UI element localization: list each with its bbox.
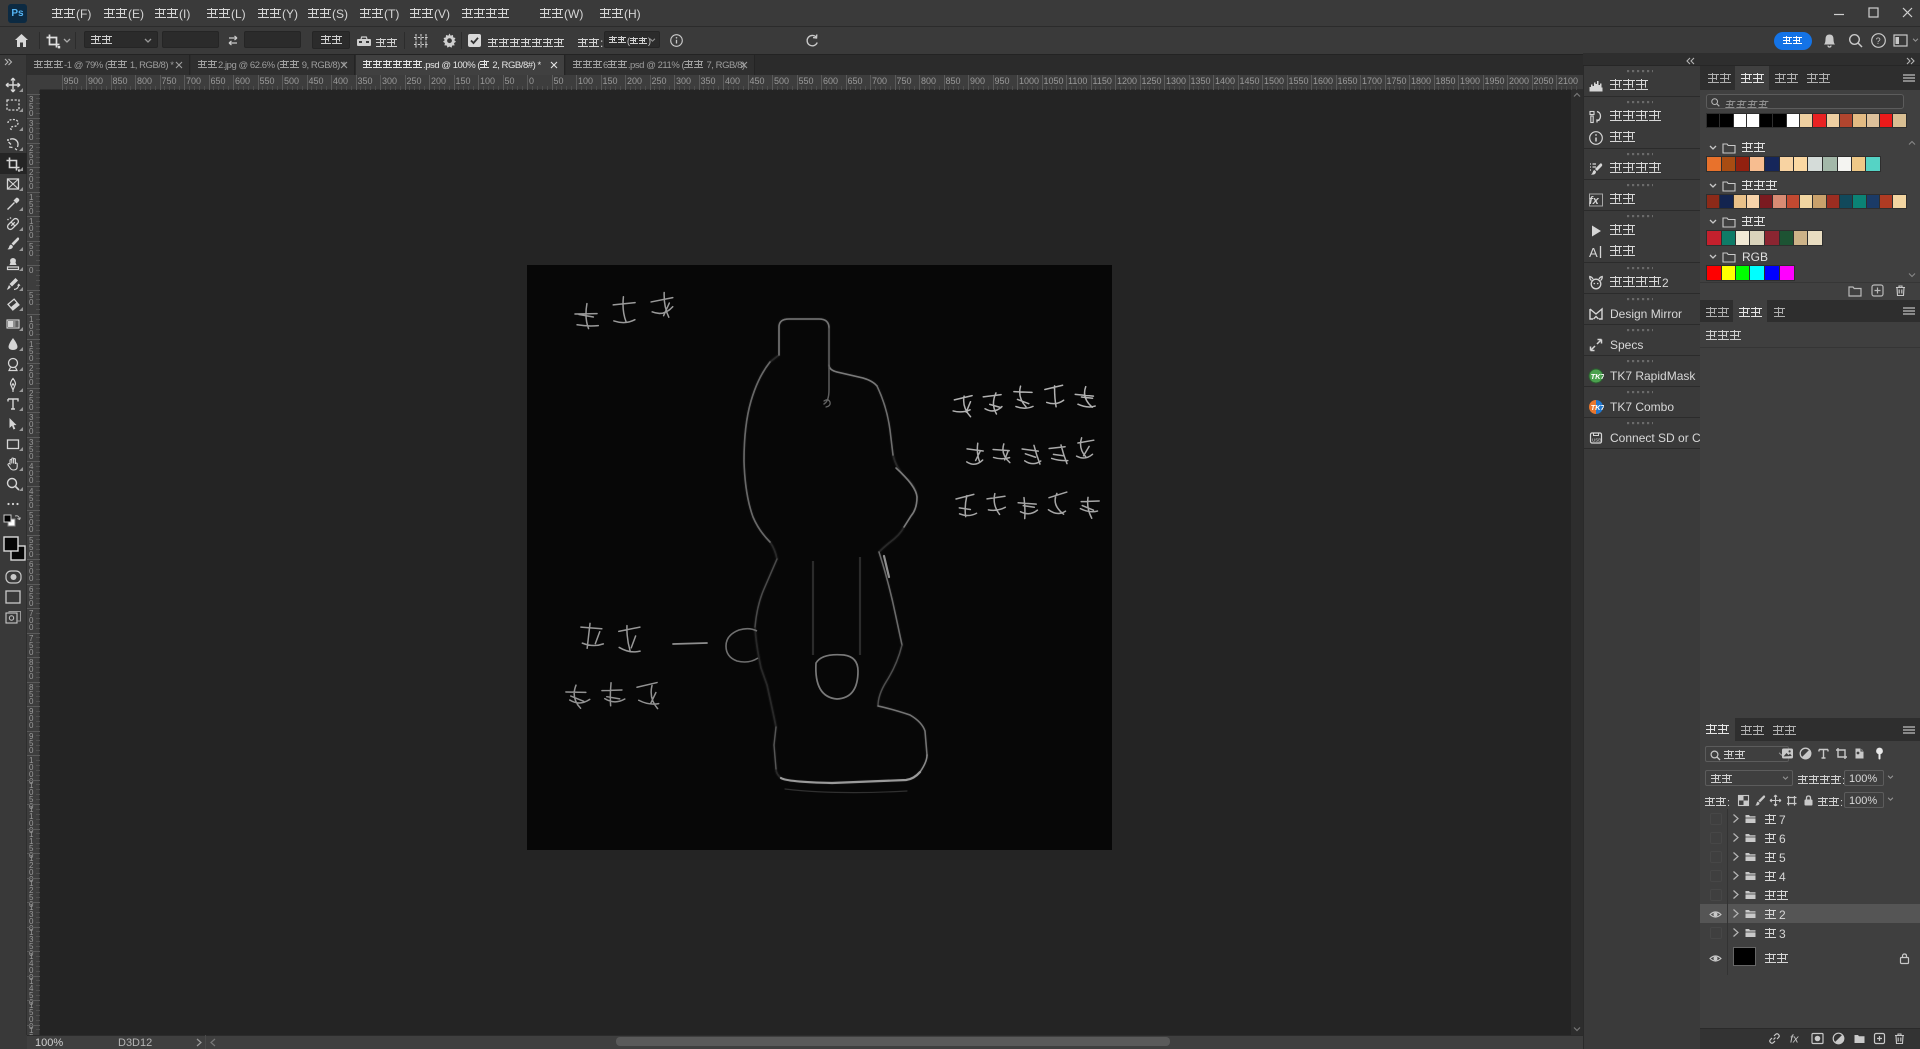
svg-text:TK7: TK7 [1591, 403, 1604, 412]
svg-text:?: ? [1876, 36, 1881, 46]
svg-text:fx: fx [1589, 195, 1600, 207]
svg-text:USB: USB [1592, 438, 1601, 443]
svg-text:TK7: TK7 [1591, 372, 1604, 381]
svg-text:fx: fx [1790, 1034, 1799, 1046]
svg-text:A: A [1589, 245, 1598, 260]
